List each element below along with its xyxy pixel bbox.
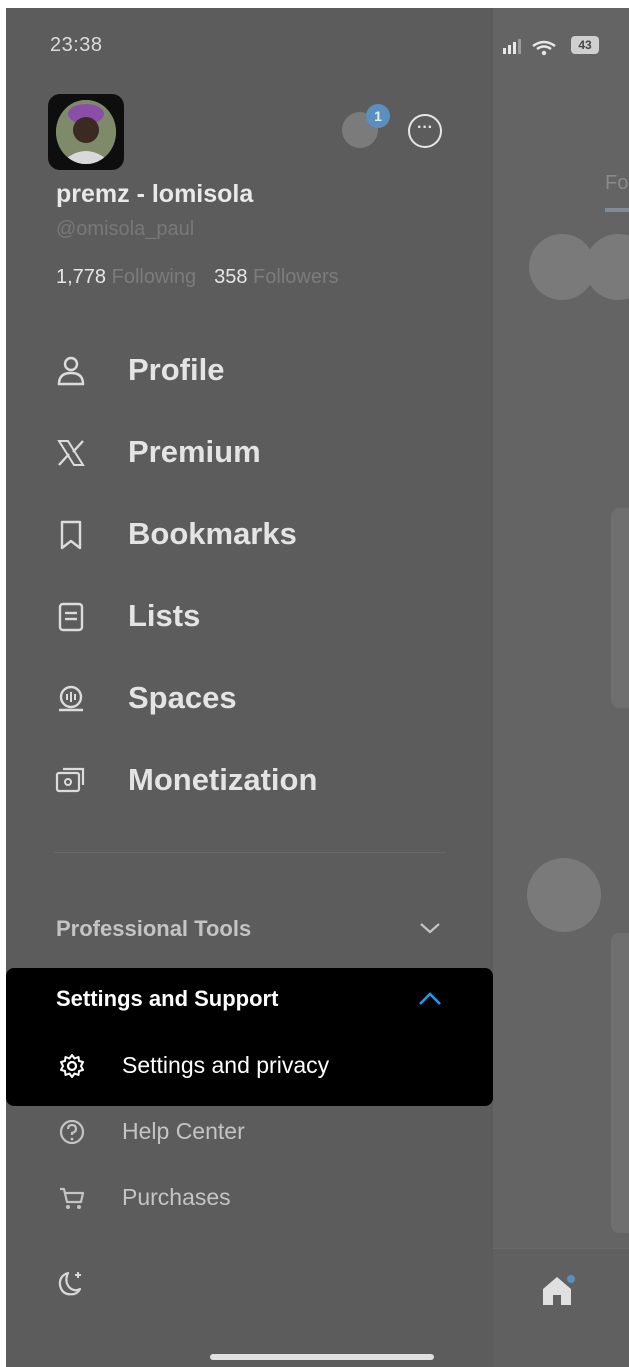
menu-item-spaces[interactable]: Spaces: [54, 676, 474, 720]
battery-indicator: 43: [571, 36, 599, 54]
user-handle: @omisola_paul: [56, 218, 195, 240]
spaces-icon: [59, 685, 83, 712]
status-icons: [503, 38, 563, 59]
x-logo-icon: [57, 440, 85, 466]
bookmark-icon: [60, 520, 82, 550]
settings-privacy-item[interactable]: Settings and privacy: [54, 1050, 454, 1086]
feed-media-card: [611, 508, 629, 708]
list-icon: [58, 602, 84, 632]
following-link[interactable]: 1,778 Following: [56, 266, 196, 288]
menu-label: Profile: [128, 352, 225, 387]
feed-tab[interactable]: Fo: [605, 172, 628, 195]
menu-item-premium[interactable]: Premium: [54, 430, 474, 474]
monetization-icon: [55, 767, 85, 793]
profile-avatar[interactable]: [48, 94, 124, 170]
followers-count: 358: [214, 266, 248, 288]
app-screen: 43 Fo 23:38 1 ··· premz - lomisola @omis…: [6, 8, 629, 1367]
side-drawer: 23:38 1 ··· premz - lomisola @omisola_pa…: [6, 8, 493, 1367]
home-indicator[interactable]: [210, 1354, 434, 1360]
chevron-down-icon: [420, 923, 440, 934]
following-label: Following: [111, 266, 197, 288]
dark-mode-moon-icon[interactable]: [54, 1268, 86, 1300]
feed-media-card: [611, 933, 629, 1233]
followers-link[interactable]: 358 Followers: [214, 266, 339, 288]
avatar-photo: [56, 100, 116, 164]
feed-tab-indicator: [605, 208, 629, 212]
notification-badge: 1: [366, 104, 390, 128]
followers-label: Followers: [253, 266, 339, 288]
professional-tools-toggle[interactable]: Professional Tools: [54, 914, 446, 948]
gear-icon: [60, 1054, 84, 1078]
menu-item-bookmarks[interactable]: Bookmarks: [54, 512, 474, 556]
menu-item-monetization[interactable]: Monetization: [54, 758, 474, 802]
settings-support-toggle[interactable]: Settings and Support: [56, 986, 278, 1012]
more-options-button[interactable]: ···: [408, 114, 442, 148]
feed-avatar: [527, 858, 601, 932]
display-name[interactable]: premz - lomisola: [56, 180, 253, 209]
menu-item-lists[interactable]: Lists: [54, 594, 474, 638]
settings-privacy-label: Settings and privacy: [122, 1052, 330, 1078]
menu-label: Lists: [128, 598, 201, 633]
purchases-label: Purchases: [122, 1184, 231, 1210]
help-icon: [59, 1119, 85, 1145]
home-icon[interactable]: [539, 1273, 575, 1309]
help-center-label: Help Center: [122, 1118, 245, 1144]
bottom-tab-bar: [493, 1248, 629, 1367]
settings-support-panel: Settings and Support Settings and privac…: [6, 968, 493, 1106]
menu-item-profile[interactable]: Profile: [54, 348, 474, 392]
background-feed: 43 Fo: [493, 8, 629, 1367]
menu-divider: [54, 852, 446, 853]
chevron-up-icon[interactable]: [417, 990, 443, 1008]
person-icon: [57, 356, 85, 386]
professional-tools-label: Professional Tools: [56, 916, 252, 941]
following-count: 1,778: [56, 266, 107, 288]
follow-stats: 1,778 Following 358 Followers: [56, 266, 339, 289]
menu-label: Spaces: [128, 680, 237, 715]
help-center-item[interactable]: Help Center: [54, 1114, 454, 1150]
signal-wifi-icon: [503, 39, 556, 56]
purchases-item[interactable]: Purchases: [54, 1180, 454, 1216]
status-time: 23:38: [50, 34, 103, 56]
menu-label: Premium: [128, 434, 261, 469]
feed-avatar: [585, 234, 629, 300]
cart-icon: [60, 1187, 85, 1209]
menu-label: Monetization: [128, 762, 318, 797]
menu-label: Bookmarks: [128, 516, 297, 551]
